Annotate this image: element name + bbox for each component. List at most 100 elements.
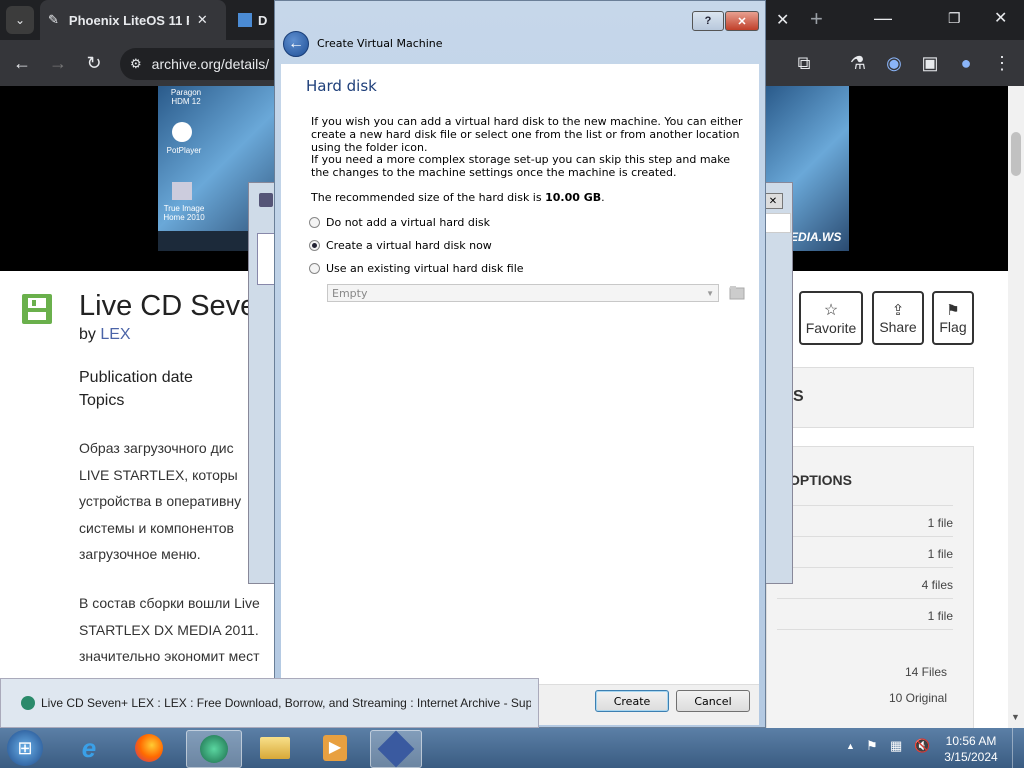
menu-kebab-icon[interactable]: ⋮ [988, 49, 1016, 77]
new-tab-icon[interactable]: + [810, 6, 823, 32]
file-count: 4 files [921, 578, 953, 592]
site-info-icon[interactable]: ⚙ [130, 56, 142, 72]
side-panel-icon[interactable]: ▣ [916, 49, 944, 77]
share-button[interactable]: ⇪ Share [872, 291, 924, 345]
firefox-icon[interactable] [126, 730, 172, 766]
true-image-icon [172, 182, 192, 200]
page-scrollbar[interactable] [1008, 86, 1024, 728]
profile-avatar-icon[interactable]: ● [952, 49, 980, 77]
tab-favicon-icon: ✎ [48, 12, 59, 27]
media-player-icon[interactable]: ▶ [312, 730, 358, 766]
download-row[interactable]: 1 file [777, 505, 953, 536]
radio-circle[interactable] [309, 263, 320, 274]
volume-muted-icon[interactable]: 🔇 [914, 738, 930, 754]
intro-paragraph: If you wish you can add a virtual hard d… [311, 115, 743, 154]
show-hidden-icons-icon[interactable]: ▲ [846, 741, 855, 751]
flag-icon: ⚑ [946, 302, 960, 319]
flag-button[interactable]: ⚑ Flag [932, 291, 974, 345]
tab-close-icon[interactable]: ✕ [776, 10, 789, 30]
file-count: 1 file [927, 516, 953, 530]
radio-no-disk[interactable]: Do not add a virtual hard disk [309, 216, 490, 229]
description-line: загрузочное меню. [79, 546, 201, 562]
extension-icon[interactable]: ◉ [880, 49, 908, 77]
taskbar-thumbnail-preview[interactable]: Live CD Seven+ LEX : LEX : Free Download… [0, 678, 539, 728]
clock-date: 3/15/2024 [944, 750, 998, 764]
tab-title: D [258, 12, 268, 28]
clock-time: 10:56 AM [945, 734, 997, 748]
description-line: устройства в оперативну [79, 493, 242, 509]
dialog-close-button[interactable]: ✕ [725, 11, 759, 31]
recommended-size-value: 10.00 GB [545, 191, 602, 204]
existing-disk-combobox[interactable]: Empty ▼ [327, 284, 719, 302]
show-desktop-button[interactable] [1012, 728, 1024, 768]
virtualbox-taskbar-icon[interactable] [370, 730, 422, 768]
radio-create-disk[interactable]: Create a virtual hard disk now [309, 239, 492, 252]
chevron-down-icon: ▼ [706, 288, 714, 298]
explorer-folder-icon[interactable] [252, 730, 298, 766]
favorite-button[interactable]: ☆ Favorite [799, 291, 863, 345]
tab-active[interactable]: ✎ Phoenix LiteOS 11 Pro ✕ [40, 0, 226, 40]
scrollbar-thumb[interactable] [1011, 132, 1021, 176]
download-row[interactable]: 1 file [777, 598, 953, 630]
create-button[interactable]: Create [595, 690, 669, 712]
texts-mediatype-icon [20, 292, 54, 326]
wizard-back-arrow-icon[interactable]: ← [283, 31, 309, 57]
radio-label: Create a virtual hard disk now [326, 239, 492, 252]
minimize-icon[interactable]: — [874, 8, 892, 29]
radio-circle[interactable] [309, 217, 320, 228]
star-icon: ☆ [823, 302, 839, 319]
radio-existing-disk[interactable]: Use an existing virtual hard disk file [309, 262, 524, 275]
windows-logo-icon: ⊞ [7, 730, 43, 766]
forward-arrow-icon[interactable]: → [44, 49, 72, 77]
address-bar[interactable]: ⚙ archive.org/details/ [120, 48, 280, 80]
start-button[interactable]: ⊞ [2, 730, 48, 766]
cancel-button[interactable]: Cancel [676, 690, 750, 712]
virtualbox-icon [259, 193, 273, 207]
potplayer-taskbar-icon[interactable] [186, 730, 242, 768]
internet-explorer-icon[interactable]: e [66, 730, 112, 766]
scroll-down-arrow-icon[interactable]: ▼ [1011, 712, 1020, 722]
download-row[interactable]: 1 file [777, 536, 953, 567]
download-options-box: OPTIONS 1 file 1 file 4 files 1 file 14 … [766, 446, 974, 730]
radio-circle-selected[interactable] [309, 240, 320, 251]
storage-paragraph: If you need a more complex storage set-u… [311, 153, 731, 179]
desktop-icon-label: True Image Home 2010 [163, 204, 205, 222]
help-button[interactable]: ? [692, 11, 724, 31]
back-arrow-icon[interactable]: ← [8, 49, 36, 77]
description-line: системы и компонентов [79, 519, 234, 536]
tab-favicon-icon [238, 13, 252, 27]
item-title: Live CD Seve [79, 290, 257, 322]
desktop-icon-label: Paragon HDM 12 [170, 88, 202, 106]
extensions-icon[interactable]: ⧉ [790, 49, 818, 77]
tab-search-chevron-icon[interactable]: ⌄ [6, 6, 34, 34]
recommended-size-text: The recommended size of the hard disk is… [311, 191, 605, 204]
network-icon[interactable]: ▦ [890, 738, 902, 754]
window-close-icon[interactable]: ✕ [994, 8, 1007, 28]
folder-browse-icon[interactable] [729, 285, 745, 300]
combobox-value: Empty [332, 286, 368, 300]
recommended-prefix: The recommended size of the hard disk is [311, 191, 546, 204]
meta-label-publication-date: Publication date [79, 369, 193, 386]
download-row[interactable]: 4 files [777, 567, 953, 598]
url-text: archive.org/details/ [151, 56, 270, 72]
preview-title: Live CD Seven+ LEX : LEX : Free Download… [41, 696, 531, 710]
side-panel-box: S [766, 367, 974, 428]
tab-title: Phoenix LiteOS 11 Pro [68, 12, 189, 28]
reload-icon[interactable]: ↻ [80, 49, 108, 77]
radio-label: Use an existing virtual hard disk file [326, 262, 524, 275]
restore-icon[interactable]: ❐ [948, 10, 961, 27]
potplayer-small-icon [21, 696, 35, 710]
author-link[interactable]: LEX [100, 326, 130, 343]
description-line: STARTLEX DX MEDIA 2011. [79, 621, 259, 638]
labs-icon[interactable]: ⚗ [844, 49, 872, 77]
back-window-close-icon[interactable]: ✕ [763, 193, 783, 209]
tab-close-icon[interactable]: ✕ [197, 12, 208, 28]
files-total-link[interactable]: 14 Files [777, 665, 947, 679]
share-icon: ⇪ [891, 302, 905, 319]
action-center-flag-icon[interactable]: ⚑ [866, 738, 878, 754]
tab-inactive[interactable]: D [238, 0, 274, 40]
system-clock[interactable]: 10:56 AM 3/15/2024 [936, 733, 1006, 765]
byline: by LEX [79, 326, 131, 344]
files-original-link[interactable]: 10 Original [777, 691, 947, 705]
description-block: Образ загрузочного дис LIVE STARTLEX, ко… [79, 435, 241, 568]
